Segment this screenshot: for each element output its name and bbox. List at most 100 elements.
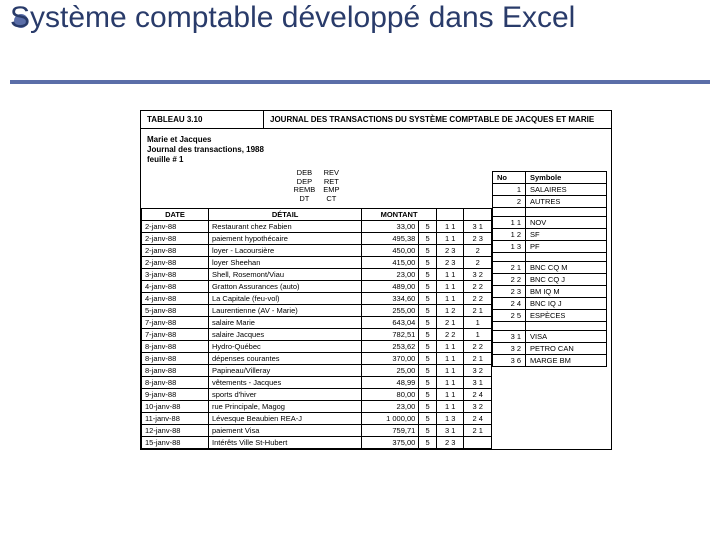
cell-suffix: 5 [419, 256, 437, 268]
table-row: 10-janv-88rue Principale, Magog23,0051 1… [142, 400, 492, 412]
cell-suffix: 5 [419, 376, 437, 388]
cell-detail: dépenses courantes [209, 352, 362, 364]
cell-suffix: 5 [419, 424, 437, 436]
cell-code1: 1 3 [436, 412, 464, 424]
symbol-no: 2 5 [493, 310, 526, 322]
cell-date: 2-janv-88 [142, 244, 209, 256]
cell-code1: 1 1 [436, 376, 464, 388]
col-code1 [436, 208, 464, 220]
figure-caption: TABLEAU 3.10 JOURNAL DES TRANSACTIONS DU… [141, 111, 611, 129]
col-montant: MONTANT [362, 208, 437, 220]
cell-amount: 375,00 [362, 436, 419, 448]
cell-amount: 643,04 [362, 316, 419, 328]
symbol-no: 2 4 [493, 298, 526, 310]
cell-code1: 2 1 [436, 316, 464, 328]
table-row: 7-janv-88salaire Marie643,0452 11 [142, 316, 492, 328]
table-row: 12-janv-88paiement Visa759,7153 12 1 [142, 424, 492, 436]
cell-code1: 1 1 [436, 280, 464, 292]
cell-amount: 80,00 [362, 388, 419, 400]
table-row: 8-janv-88vêtements - Jacques48,9951 13 1 [142, 376, 492, 388]
cell-detail: paiement hypothécaire [209, 232, 362, 244]
symbol-text: ESPÈCES [526, 310, 607, 322]
cell-code1: 1 1 [436, 292, 464, 304]
cell-detail: loyer - Lacoursière [209, 244, 362, 256]
symbol-no: 2 2 [493, 274, 526, 286]
table-row: 5-janv-88Laurentienne (AV - Marie)255,00… [142, 304, 492, 316]
cell-code1: 1 1 [436, 388, 464, 400]
cell-code1: 1 1 [436, 352, 464, 364]
cell-date: 2-janv-88 [142, 220, 209, 232]
cell-suffix: 5 [419, 220, 437, 232]
cell-date: 12-janv-88 [142, 424, 209, 436]
cell-code2: 3 1 [464, 376, 492, 388]
cell-code2: 3 2 [464, 400, 492, 412]
cell-amount: 495,38 [362, 232, 419, 244]
symbol-row: 1 1NOV [493, 217, 607, 229]
journal-table-wrap: DEBREVDEPRETREMBEMPDTCT DATE DÉTAIL MONT… [141, 167, 492, 449]
cell-detail: Papineau/Villeray [209, 364, 362, 376]
cell-detail: Laurentienne (AV - Marie) [209, 304, 362, 316]
cell-code2: 3 2 [464, 364, 492, 376]
cell-amount: 23,00 [362, 400, 419, 412]
symbol-row: 3 2PETRO CAN [493, 343, 607, 355]
cell-suffix: 5 [419, 352, 437, 364]
table-row: 8-janv-88dépenses courantes370,0051 12 1 [142, 352, 492, 364]
symbol-row: 2 1BNC CQ M [493, 262, 607, 274]
symbol-no: 1 [493, 184, 526, 196]
cell-code2: 1 [464, 316, 492, 328]
code-cell: DT [290, 195, 320, 204]
table-row: 4-janv-88Gratton Assurances (auto)489,00… [142, 280, 492, 292]
slide: Système comptable développé dans Excel T… [0, 0, 720, 540]
symbol-row: 3 6MARGE BM [493, 355, 607, 367]
cell-suffix: 5 [419, 316, 437, 328]
symbol-row: 2 3BM IQ M [493, 286, 607, 298]
symbol-text: AUTRES [526, 196, 607, 208]
cell-detail: salaire Marie [209, 316, 362, 328]
caption-text: JOURNAL DES TRANSACTIONS DU SYSTÈME COMP… [264, 111, 611, 128]
symbol-row: 2 5ESPÈCES [493, 310, 607, 322]
cell-amount: 334,60 [362, 292, 419, 304]
cell-code1: 1 1 [436, 220, 464, 232]
table-row: 8-janv-88Papineau/Villeray25,0051 13 2 [142, 364, 492, 376]
symbol-text: MARGE BM [526, 355, 607, 367]
cell-amount: 370,00 [362, 352, 419, 364]
cell-suffix: 5 [419, 244, 437, 256]
cell-amount: 253,62 [362, 340, 419, 352]
col-date: DATE [142, 208, 209, 220]
cell-date: 11-janv-88 [142, 412, 209, 424]
symbol-text: VISA [526, 331, 607, 343]
cell-detail: rue Principale, Magog [209, 400, 362, 412]
cell-detail: Restaurant chez Fabien [209, 220, 362, 232]
cell-code2: 2 1 [464, 304, 492, 316]
symbol-text: BNC CQ M [526, 262, 607, 274]
journal-table: DATE DÉTAIL MONTANT 2-janv-88Restaurant … [141, 208, 492, 449]
col-code2 [464, 208, 492, 220]
symbol-row: 1 2SF [493, 229, 607, 241]
cell-code1: 2 3 [436, 436, 464, 448]
cell-code2: 3 1 [464, 220, 492, 232]
meta-line: Marie et Jacques [147, 135, 605, 145]
cell-amount: 415,00 [362, 256, 419, 268]
cell-detail: Hydro-Québec [209, 340, 362, 352]
table-row: 2-janv-88paiement hypothécaire495,3851 1… [142, 232, 492, 244]
symbol-row: 2 2BNC CQ J [493, 274, 607, 286]
cell-detail: loyer Sheehan [209, 256, 362, 268]
symbol-text: SF [526, 229, 607, 241]
cell-code2: 2 1 [464, 424, 492, 436]
symbol-text: NOV [526, 217, 607, 229]
title-underline [10, 80, 710, 84]
col-symbole: Symbole [526, 172, 607, 184]
cell-amount: 25,00 [362, 364, 419, 376]
symbol-no: 2 1 [493, 262, 526, 274]
cell-suffix: 5 [419, 436, 437, 448]
symbol-no: 3 2 [493, 343, 526, 355]
cell-date: 7-janv-88 [142, 316, 209, 328]
col-detail: DÉTAIL [209, 208, 362, 220]
cell-code1: 3 1 [436, 424, 464, 436]
sheet-meta: Marie et Jacques Journal des transaction… [141, 129, 611, 167]
cell-date: 4-janv-88 [142, 292, 209, 304]
cell-detail: salaire Jacques [209, 328, 362, 340]
cell-date: 5-janv-88 [142, 304, 209, 316]
symbol-row: 1 3PF [493, 241, 607, 253]
cell-amount: 759,71 [362, 424, 419, 436]
